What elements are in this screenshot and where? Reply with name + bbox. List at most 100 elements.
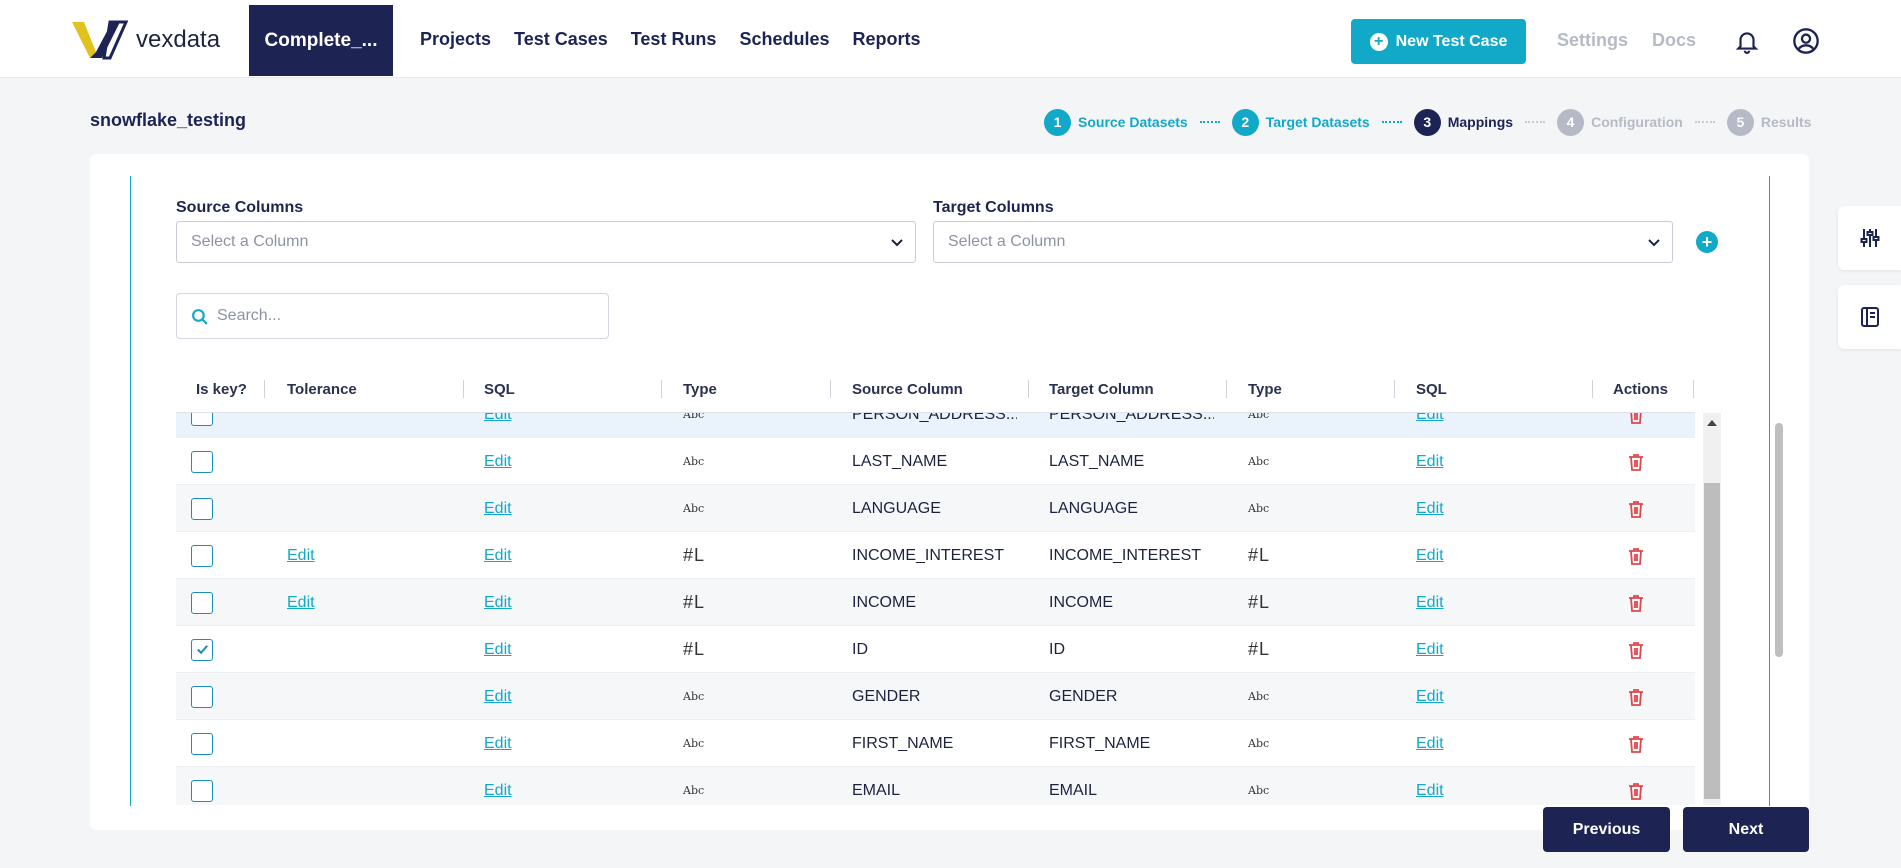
step-results[interactable]: 5 Results: [1726, 108, 1811, 136]
previous-button[interactable]: Previous: [1543, 807, 1670, 852]
is-key-checkbox[interactable]: [191, 450, 213, 473]
delete-trash-icon[interactable]: [1627, 499, 1645, 519]
is-key-cell: [191, 485, 213, 532]
delete-trash-icon[interactable]: [1627, 413, 1645, 425]
target-sql-edit-link[interactable]: Edit: [1416, 594, 1444, 612]
panel-scrollbar-thumb[interactable]: [1775, 423, 1783, 657]
scrollbar-thumb[interactable]: [1704, 483, 1720, 799]
current-project-tab[interactable]: Complete_...: [249, 5, 393, 76]
col-target-column[interactable]: Target Column: [1049, 365, 1154, 413]
target-type-icon: Abc: [1248, 784, 1270, 797]
source-type-cell: #L: [683, 579, 705, 626]
target-sql-edit-link[interactable]: Edit: [1416, 500, 1444, 518]
notes-button[interactable]: [1838, 285, 1901, 349]
source-sql-edit-link[interactable]: Edit: [484, 594, 512, 612]
source-sql-edit-link[interactable]: Edit: [484, 413, 512, 424]
col-is-key[interactable]: Is key?: [196, 365, 247, 413]
is-key-checkbox[interactable]: [191, 591, 213, 614]
logo[interactable]: vexdata: [70, 18, 220, 62]
target-sql-edit-link[interactable]: Edit: [1416, 735, 1444, 753]
step-connector: [1525, 121, 1546, 123]
col-target-type[interactable]: Type: [1248, 365, 1282, 413]
target-column-cell: INCOME: [1049, 579, 1214, 626]
user-avatar-icon[interactable]: [1792, 27, 1820, 55]
next-button[interactable]: Next: [1683, 807, 1809, 852]
source-sql-edit-link[interactable]: Edit: [484, 735, 512, 753]
delete-trash-icon[interactable]: [1627, 452, 1645, 472]
col-type[interactable]: Type: [683, 365, 717, 413]
source-type-cell: Abc: [683, 720, 704, 767]
delete-trash-icon[interactable]: [1627, 546, 1645, 566]
step-configuration[interactable]: 4 Configuration: [1557, 108, 1683, 136]
nav-settings[interactable]: Settings: [1557, 30, 1628, 51]
target-sql-edit-link[interactable]: Edit: [1416, 413, 1444, 424]
top-navbar: vexdata Complete_... Projects Test Cases…: [0, 0, 1901, 78]
target-sql-edit-link[interactable]: Edit: [1416, 782, 1444, 800]
search-input[interactable]: Search...: [176, 293, 609, 339]
source-column-name: EMAIL: [852, 781, 901, 799]
filter-settings-button[interactable]: [1838, 206, 1901, 270]
step-number: 4: [1557, 108, 1585, 136]
chevron-down-icon: [1648, 239, 1660, 247]
source-column-name: PERSON_ADDRESS...: [852, 413, 1017, 423]
delete-trash-icon[interactable]: [1627, 781, 1645, 801]
is-key-checkbox[interactable]: [191, 497, 213, 520]
target-sql-edit-link[interactable]: Edit: [1416, 688, 1444, 706]
is-key-checkbox[interactable]: [191, 544, 213, 567]
main-nav: Projects Test Cases Test Runs Schedules …: [420, 0, 921, 78]
source-sql-edit-link[interactable]: Edit: [484, 453, 512, 471]
nav-projects[interactable]: Projects: [420, 29, 491, 50]
step-connector: [1694, 121, 1715, 123]
table-row: Edit #L ID ID #L Edit: [176, 626, 1695, 673]
mapping-table-header: Is key? Tolerance SQL Type Source Column…: [176, 365, 1695, 413]
delete-trash-icon[interactable]: [1627, 734, 1645, 754]
brand-name: vexdata: [136, 26, 221, 53]
target-column-select[interactable]: Select a Column: [933, 221, 1673, 263]
source-sql-edit-link[interactable]: Edit: [484, 641, 512, 659]
source-sql-edit-link[interactable]: Edit: [484, 782, 512, 800]
nav-reports[interactable]: Reports: [853, 29, 921, 50]
delete-trash-icon[interactable]: [1627, 687, 1645, 707]
is-key-checkbox[interactable]: [191, 732, 213, 755]
col-tolerance[interactable]: Tolerance: [287, 365, 357, 413]
step-source-datasets[interactable]: 1 Source Datasets: [1044, 108, 1188, 136]
source-sql-edit-link[interactable]: Edit: [484, 547, 512, 565]
source-sql-edit-link[interactable]: Edit: [484, 500, 512, 518]
nav-schedules[interactable]: Schedules: [739, 29, 829, 50]
step-target-datasets[interactable]: 2 Target Datasets: [1231, 108, 1370, 136]
tolerance-edit-link[interactable]: Edit: [287, 594, 315, 612]
target-column-name: INCOME_INTEREST: [1049, 546, 1202, 564]
nav-docs[interactable]: Docs: [1652, 30, 1696, 51]
is-key-checkbox[interactable]: [191, 779, 213, 802]
col-target-sql[interactable]: SQL: [1416, 365, 1447, 413]
target-sql-edit-link[interactable]: Edit: [1416, 547, 1444, 565]
source-sql-edit-link[interactable]: Edit: [484, 688, 512, 706]
delete-trash-icon[interactable]: [1627, 640, 1645, 660]
source-sql-cell: Edit: [484, 579, 512, 626]
add-mapping-button[interactable]: +: [1696, 231, 1718, 253]
source-column-cell: FIRST_NAME: [852, 720, 1017, 767]
actions-cell: [1627, 673, 1645, 720]
bell-icon[interactable]: [1734, 28, 1760, 54]
table-row: Edit Abc EMAIL EMAIL Abc Edit: [176, 767, 1695, 805]
is-key-checkbox[interactable]: [191, 638, 213, 661]
col-source-column[interactable]: Source Column: [852, 365, 963, 413]
actions-cell: [1627, 532, 1645, 579]
is-key-checkbox[interactable]: [191, 413, 213, 426]
source-column-select[interactable]: Select a Column: [176, 221, 916, 263]
scroll-up-arrow-icon[interactable]: [1707, 420, 1717, 426]
col-sql[interactable]: SQL: [484, 365, 515, 413]
is-key-checkbox[interactable]: [191, 685, 213, 708]
tolerance-edit-link[interactable]: Edit: [287, 547, 315, 565]
target-type-cell: Abc: [1248, 485, 1269, 532]
target-sql-edit-link[interactable]: Edit: [1416, 641, 1444, 659]
delete-trash-icon[interactable]: [1627, 593, 1645, 613]
nav-test-cases[interactable]: Test Cases: [514, 29, 608, 50]
table-scrollbar[interactable]: [1703, 413, 1721, 805]
target-type-icon: Abc: [1248, 737, 1270, 750]
new-test-case-button[interactable]: + New Test Case: [1351, 19, 1526, 64]
step-mappings[interactable]: 3 Mappings: [1413, 108, 1513, 136]
nav-test-runs[interactable]: Test Runs: [631, 29, 717, 50]
target-sql-edit-link[interactable]: Edit: [1416, 453, 1444, 471]
is-key-cell: [191, 626, 213, 673]
